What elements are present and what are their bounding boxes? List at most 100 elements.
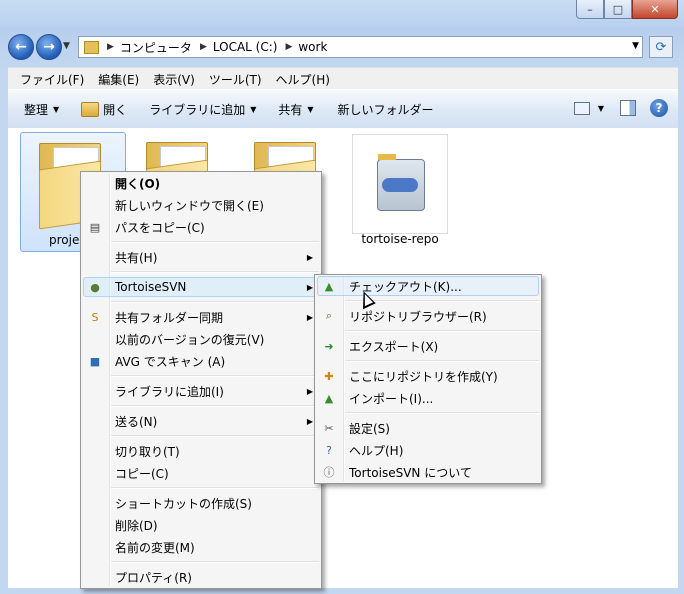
organize-button[interactable]: 整理 ▼: [24, 101, 59, 118]
menu-separator: [111, 561, 319, 563]
menu-item[interactable]: 共有(H) ▶: [81, 246, 321, 268]
address-dropdown-icon[interactable]: ▼: [632, 41, 639, 51]
open-folder-icon: [81, 101, 100, 117]
menu-item-label: パスをコピー(C): [115, 220, 205, 235]
avg-icon: ■: [89, 354, 101, 368]
menu-item-label: 共有(H): [115, 250, 158, 265]
breadcrumb-local-drive[interactable]: LOCAL (C:): [213, 40, 278, 54]
menu-item-label: AVG でスキャン (A): [115, 354, 226, 369]
menu-bar: ファイル(F) 編集(E) 表示(V) ツール(T) ヘルプ(H): [8, 67, 678, 90]
breadcrumb-separator-icon[interactable]: ▶: [200, 42, 207, 52]
chevron-down-icon: ▼: [250, 104, 257, 114]
menu-item-label: 削除(D): [115, 518, 158, 533]
import-icon: ▲: [324, 391, 334, 405]
menu-item[interactable]: 名前の変更(M): [81, 536, 321, 558]
menu-file[interactable]: ファイル(F): [20, 71, 84, 88]
menu-item-label: エクスポート(X): [349, 339, 439, 354]
chevron-down-icon: ▼: [307, 104, 314, 114]
maximize-button[interactable]: □: [604, 0, 632, 19]
forward-arrow-icon: →: [43, 39, 55, 55]
menu-item[interactable]: S 共有フォルダー同期 ▶: [81, 306, 321, 328]
menu-item[interactable]: ? ヘルプ(H): [315, 439, 541, 461]
menu-item[interactable]: 以前のバージョンの復元(V): [81, 328, 321, 350]
menu-view[interactable]: 表示(V): [153, 71, 195, 88]
file-item-tortoise-repo[interactable]: tortoise-repo: [352, 134, 456, 252]
menu-separator: [111, 375, 319, 377]
menu-item[interactable]: ➜ エクスポート(X): [315, 335, 541, 357]
export-icon: ➜: [324, 339, 334, 353]
menu-tools[interactable]: ツール(T): [209, 71, 262, 88]
menu-item[interactable]: ⌕ リポジトリブラウザー(R): [315, 305, 541, 327]
menu-item-label: 以前のバージョンの復元(V): [115, 332, 265, 347]
menu-separator: [345, 412, 539, 414]
tortoisesvn-submenu: ▲ チェックアウト(K)... ⌕ リポジトリブラウザー(R) ➜ エクスポート(X) ✚ こ…: [314, 274, 542, 484]
sync-icon: S: [91, 310, 99, 324]
menu-item[interactable]: ▲ インポート(I)...: [315, 387, 541, 409]
menu-item-label: 名前の変更(M): [115, 540, 195, 555]
menu-item[interactable]: ■ AVG でスキャン (A): [81, 350, 321, 372]
menu-item[interactable]: 削除(D): [81, 514, 321, 536]
menu-item-label: インポート(I)...: [349, 391, 434, 406]
history-dropdown-icon[interactable]: ▼: [63, 41, 70, 51]
create-repo-icon: ✚: [324, 369, 334, 383]
chevron-down-icon: ▼: [53, 104, 60, 114]
repository-icon: [352, 134, 448, 234]
about-icon: ⓘ: [323, 466, 335, 479]
menu-item-label: 共有フォルダー同期: [115, 310, 224, 325]
share-button[interactable]: 共有 ▼: [278, 101, 313, 118]
forward-button[interactable]: →: [36, 34, 62, 60]
chevron-down-icon[interactable]: ▼: [598, 104, 604, 113]
repo-browser-icon: ⌕: [325, 309, 333, 322]
menu-item[interactable]: ✂ 設定(S): [315, 417, 541, 439]
menu-item[interactable]: 開く(O): [81, 172, 321, 194]
maximize-icon: □: [612, 2, 624, 16]
help-icon[interactable]: ?: [650, 99, 668, 117]
menu-item[interactable]: プロパティ(R): [81, 566, 321, 588]
menu-help[interactable]: ヘルプ(H): [276, 71, 330, 88]
copy-path-icon: ▤: [89, 220, 101, 234]
breadcrumb-work[interactable]: work: [298, 40, 327, 54]
breadcrumb-separator-icon[interactable]: ▶: [107, 42, 114, 52]
menu-item[interactable]: ▲ チェックアウト(K)...: [315, 275, 541, 297]
close-button[interactable]: ✕: [632, 0, 678, 19]
breadcrumb-computer[interactable]: コンピュータ: [120, 39, 192, 56]
menu-item[interactable]: ⓘ TortoiseSVN について: [315, 461, 541, 483]
menu-separator: [111, 487, 319, 489]
explorer-window: – □ ✕ ← → ▼ ▶ コンピュータ ▶ LOCAL (C:) ▶ work…: [0, 0, 684, 594]
menu-item-label: コピー(C): [115, 466, 169, 481]
menu-separator: [111, 405, 319, 407]
menu-item-label: 新しいウィンドウで開く(E): [115, 198, 264, 213]
add-to-library-button[interactable]: ライブラリに追加 ▼: [149, 101, 256, 118]
menu-item[interactable]: ライブラリに追加(I) ▶: [81, 380, 321, 402]
organize-label: 整理: [24, 102, 49, 117]
menu-item[interactable]: コピー(C): [81, 462, 321, 484]
submenu-arrow-icon: ▶: [306, 386, 313, 396]
preview-pane-icon[interactable]: [620, 100, 636, 116]
menu-separator: [345, 360, 539, 362]
menu-item-label: 開く(O): [115, 176, 161, 191]
new-folder-button[interactable]: 新しいフォルダー: [338, 101, 434, 118]
menu-separator: [345, 330, 539, 332]
menu-item[interactable]: 切り取り(T): [81, 440, 321, 462]
menu-item[interactable]: ✚ ここにリポジトリを作成(Y): [315, 365, 541, 387]
view-options-icon[interactable]: [573, 101, 590, 115]
menu-item[interactable]: 新しいウィンドウで開く(E): [81, 194, 321, 216]
refresh-button[interactable]: ⟳: [649, 36, 673, 58]
address-bar[interactable]: ▶ コンピュータ ▶ LOCAL (C:) ▶ work ▼: [78, 36, 643, 58]
submenu-arrow-icon: ▶: [306, 252, 313, 262]
menu-item[interactable]: ● TortoiseSVN ▶: [81, 276, 321, 298]
menu-item[interactable]: ▤ パスをコピー(C): [81, 216, 321, 238]
back-button[interactable]: ←: [8, 34, 34, 60]
open-label: 開く: [103, 102, 128, 117]
open-button[interactable]: 開く: [81, 101, 127, 118]
breadcrumb-separator-icon[interactable]: ▶: [285, 42, 292, 52]
menu-separator: [111, 435, 319, 437]
tortoise-icon: ●: [90, 280, 100, 294]
menu-item[interactable]: 送る(N) ▶: [81, 410, 321, 432]
caption-buttons: – □ ✕: [576, 0, 678, 20]
minimize-button[interactable]: –: [576, 0, 604, 19]
toolbar-right-icons: ▼ ?: [573, 99, 668, 117]
menu-edit[interactable]: 編集(E): [98, 71, 139, 88]
menu-separator: [111, 301, 319, 303]
menu-item[interactable]: ショートカットの作成(S): [81, 492, 321, 514]
